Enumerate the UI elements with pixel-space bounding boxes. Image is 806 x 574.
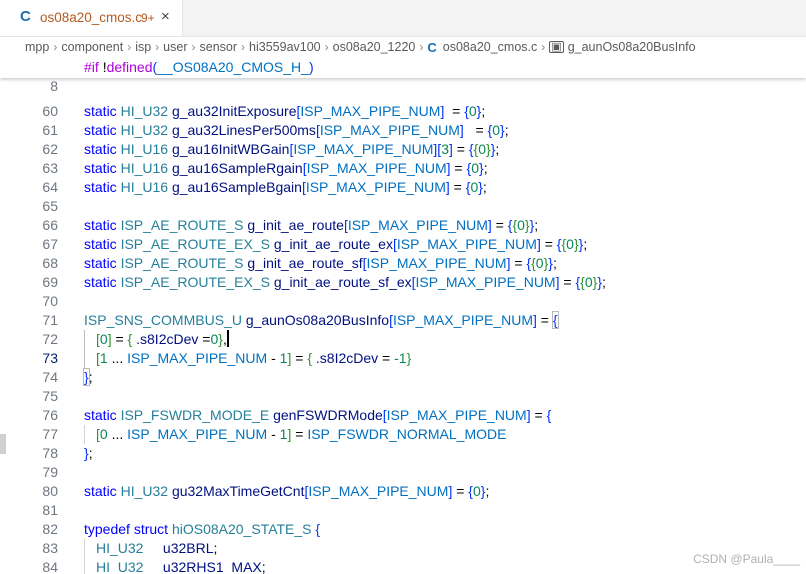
code-line[interactable]: 82 xyxy=(0,501,806,537)
watermark: CSDN @Paula____ xyxy=(693,552,800,566)
chevron-right-icon: › xyxy=(419,40,424,54)
editor-tab-bar: C os08a20_cmos.c 9+ × xyxy=(0,0,806,37)
code-line[interactable]: 67 static ISP_AE_ROUTE_S g_init_ae_route… xyxy=(0,216,806,252)
chevron-right-icon: › xyxy=(191,40,196,54)
chevron-right-icon: › xyxy=(324,40,329,54)
code-line[interactable]: 80 xyxy=(0,463,806,499)
code-line[interactable]: 70 static ISP_AE_ROUTE_EX_S g_init_ae_ro… xyxy=(0,273,806,309)
line-number: 8 xyxy=(50,78,58,94)
text-cursor xyxy=(226,330,229,347)
code-line[interactable]: 72 ISP_SNS_COMMBUS_U g_aunOs08a20BusInfo… xyxy=(0,311,806,347)
breadcrumb-item-file[interactable]: os08a20_cmos.c xyxy=(443,40,538,54)
breadcrumb-item-symbol[interactable]: g_aunOs08a20BusInfo xyxy=(568,40,696,54)
breadcrumb-item-mpp[interactable]: mpp xyxy=(25,40,49,54)
code-line[interactable]: 60 xyxy=(0,83,806,119)
code-editor[interactable]: 8 #if !defined(__OS08A20_CMOS_H_) 60 61 … xyxy=(0,58,806,574)
code-line[interactable]: 69 static ISP_AE_ROUTE_S g_init_ae_route… xyxy=(0,254,806,290)
variable-symbol-icon: ▣ xyxy=(549,41,564,53)
code-line: #if !defined(__OS08A20_CMOS_H_) xyxy=(84,59,314,75)
code-line[interactable]: 83 typedef struct hiOS08A20_STATE_S { xyxy=(0,520,806,556)
code-line[interactable]: 76 xyxy=(0,387,806,423)
breadcrumb: mpp › component › isp › user › sensor › … xyxy=(0,36,806,58)
code-line[interactable]: 66 xyxy=(0,197,806,233)
breadcrumb-item-component[interactable]: component xyxy=(61,40,123,54)
code-line[interactable]: 79 }; xyxy=(0,444,806,480)
sticky-scroll-header[interactable]: 8 #if !defined(__OS08A20_CMOS_H_) xyxy=(0,58,806,94)
problems-badge: 9+ xyxy=(141,11,155,25)
code-line[interactable]: 65 static HI_U16 g_au16SampleBgain[ISP_M… xyxy=(0,178,806,214)
code-line[interactable]: 62 static HI_U32 g_au32LinesPer500ms[ISP… xyxy=(0,121,806,157)
code-line[interactable]: 64 static HI_U16 g_au16SampleRgain[ISP_M… xyxy=(0,159,806,195)
chevron-right-icon: › xyxy=(127,40,132,54)
code-line[interactable]: 63 static HI_U16 g_au16InitWBGain[ISP_MA… xyxy=(0,140,806,176)
chevron-right-icon: › xyxy=(241,40,246,54)
code-line[interactable]: 85 HI_U32 u32RHS1_MAX; xyxy=(0,558,806,574)
code-line[interactable]: 84 HI_U32 u32BRL; xyxy=(0,539,806,574)
breadcrumb-item-isp[interactable]: isp xyxy=(135,40,151,54)
code-line[interactable]: 77 static ISP_FSWDR_MODE_E genFSWDRMode[… xyxy=(0,406,806,442)
breadcrumb-item-os08a20-1220[interactable]: os08a20_1220 xyxy=(333,40,416,54)
code-line[interactable]: 78 [0 ... ISP_MAX_PIPE_NUM - 1] = ISP_FS… xyxy=(0,425,806,461)
breadcrumb-item-user[interactable]: user xyxy=(163,40,187,54)
code-line-active[interactable]: 73 [0] = { .s8I2cDev =0}, xyxy=(0,330,806,366)
breadcrumb-item-sensor[interactable]: sensor xyxy=(200,40,238,54)
chevron-right-icon: › xyxy=(53,40,58,54)
breadcrumb-item-hi3559av100[interactable]: hi3559av100 xyxy=(249,40,321,54)
chevron-right-icon: › xyxy=(541,40,546,54)
tab-os08a20-cmos-c[interactable]: C os08a20_cmos.c 9+ × xyxy=(0,0,183,36)
tab-title: os08a20_cmos.c xyxy=(40,10,143,25)
code-line[interactable]: 81 static HI_U32 gu32MaxTimeGetCnt[ISP_M… xyxy=(0,482,806,518)
c-file-icon: C xyxy=(20,8,31,25)
code-line[interactable]: 68 static ISP_AE_ROUTE_EX_S g_init_ae_ro… xyxy=(0,235,806,271)
c-file-icon: C xyxy=(427,39,437,55)
code-line[interactable]: 74 [1 ... ISP_MAX_PIPE_NUM - 1] = { .s8I… xyxy=(0,349,806,385)
code-line[interactable]: 71 xyxy=(0,292,806,328)
code-line[interactable]: 61 static HI_U32 g_au32InitExposure[ISP_… xyxy=(0,102,806,138)
sidebar-edge-marker xyxy=(0,434,6,454)
close-icon[interactable]: × xyxy=(161,8,170,25)
chevron-right-icon: › xyxy=(155,40,160,54)
code-line[interactable]: 75 }; xyxy=(0,368,806,404)
